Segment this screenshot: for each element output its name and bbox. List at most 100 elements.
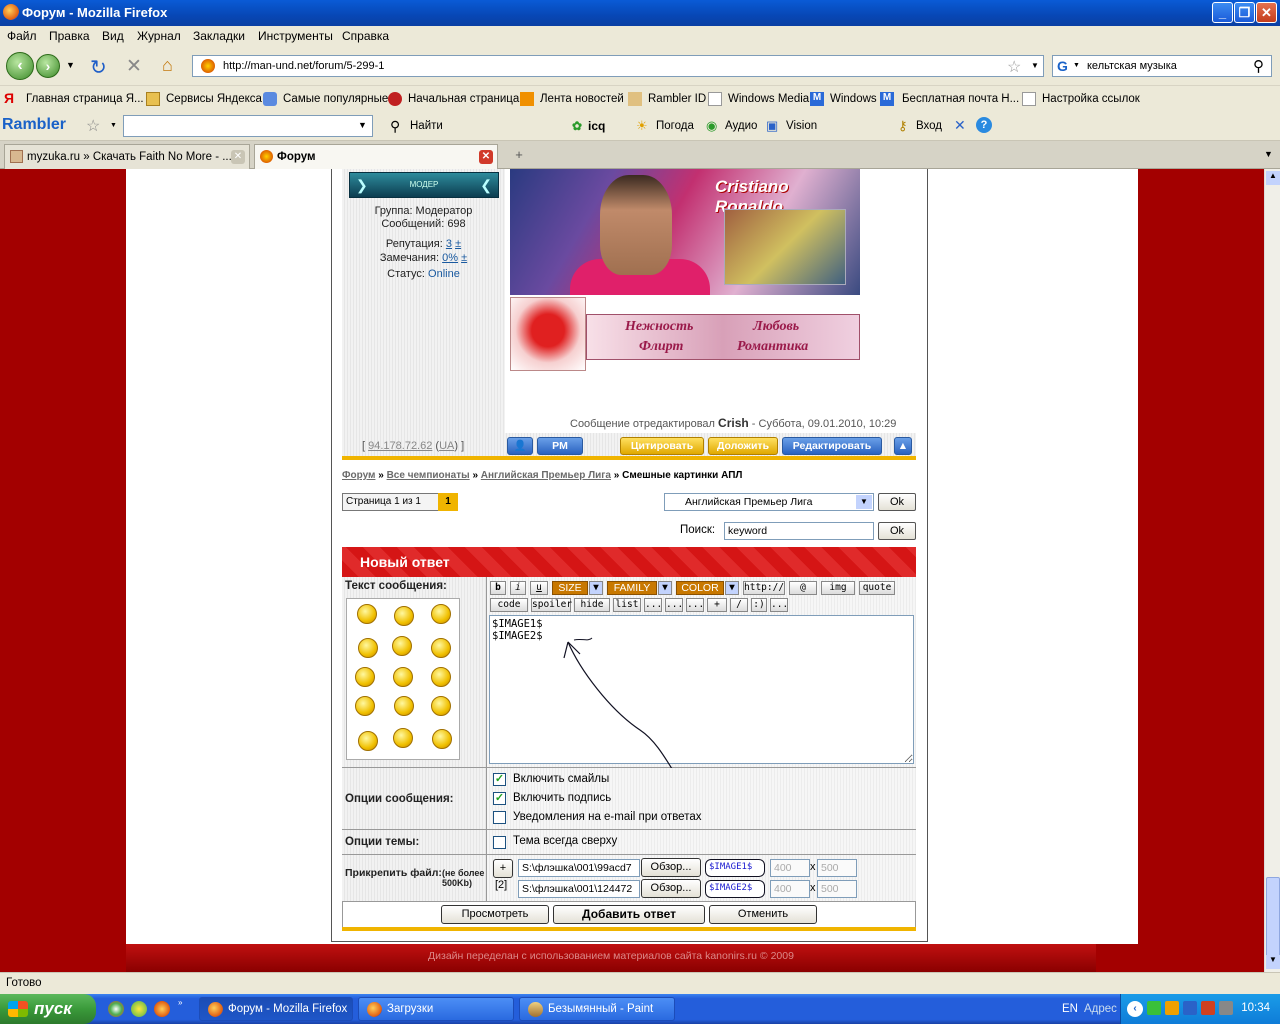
bb-code-button[interactable]: code: [490, 598, 528, 612]
login-button[interactable]: Вход: [916, 120, 942, 132]
audio-button[interactable]: Аудио: [725, 120, 757, 132]
start-button[interactable]: пуск: [0, 994, 96, 1024]
bb-smile-button[interactable]: :): [751, 598, 767, 612]
cancel-button[interactable]: Отменить: [709, 905, 817, 924]
angry-icon[interactable]: [431, 638, 451, 658]
tab-myzuka[interactable]: myzuka.ru » Скачать Faith No More - ... …: [4, 144, 250, 169]
image-height-input[interactable]: 500: [817, 859, 857, 877]
breadcrumb-home[interactable]: Форум: [342, 470, 375, 481]
star-icon[interactable]: ☆: [1007, 57, 1021, 77]
taskbar-firefox[interactable]: Форум - Mozilla Firefox: [199, 997, 353, 1021]
country-link[interactable]: UA: [439, 440, 454, 452]
surprised-icon[interactable]: [431, 604, 451, 624]
google-icon[interactable]: G: [1057, 58, 1068, 74]
bb-button[interactable]: ...: [644, 598, 662, 612]
rambler-search-input[interactable]: ▼: [123, 115, 373, 137]
search-input[interactable]: кельтская музыка: [1087, 60, 1177, 72]
angel-icon[interactable]: [432, 729, 452, 749]
menu-view[interactable]: Вид: [102, 29, 124, 43]
chevron-down-icon[interactable]: ▼: [856, 495, 872, 509]
rep-link[interactable]: 3: [446, 238, 452, 250]
bb-spoiler-button[interactable]: spoiler: [531, 598, 572, 612]
maximize-button[interactable]: ❐: [1234, 2, 1255, 23]
image-height-input[interactable]: 500: [817, 880, 857, 898]
dropdown-icon[interactable]: ▼: [358, 120, 367, 130]
tray-app-icon[interactable]: [1165, 1001, 1179, 1015]
smile-icon[interactable]: [357, 604, 377, 624]
bookmark-item[interactable]: Бесплатная почта H...: [902, 93, 1019, 105]
enable-smilies-checkbox[interactable]: ✓: [493, 773, 506, 786]
stop-icon[interactable]: ✕: [126, 55, 142, 78]
forward-icon[interactable]: ›: [36, 54, 60, 78]
ip-link[interactable]: 94.178.72.62: [368, 440, 432, 452]
menu-file[interactable]: Файл: [7, 29, 37, 43]
tab-forum[interactable]: Форум ✕: [254, 144, 498, 169]
report-button[interactable]: Доложить: [708, 437, 778, 455]
bb-hide-button[interactable]: hide: [574, 598, 610, 612]
scroll-up-icon[interactable]: ▲: [1266, 171, 1280, 185]
menu-tools[interactable]: Инструменты: [258, 29, 333, 43]
home-icon[interactable]: ⌂: [162, 55, 173, 76]
weather-button[interactable]: Погода: [656, 120, 694, 132]
bb-button[interactable]: ...: [686, 598, 704, 612]
preview-button[interactable]: Просмотреть: [441, 905, 549, 924]
chevron-down-icon[interactable]: ▼: [589, 581, 603, 595]
bookmark-item[interactable]: Самые популярные: [283, 93, 388, 105]
wink-icon[interactable]: [394, 696, 414, 716]
forum-jump-select[interactable]: Английская Премьер Лига ▼: [664, 493, 874, 511]
bookmark-item[interactable]: Windows Media: [728, 93, 809, 105]
scroll-down-icon[interactable]: ▼: [1266, 955, 1280, 969]
image-tag-field[interactable]: $IMAGE1$: [705, 859, 765, 877]
bookmark-item[interactable]: Windows: [830, 93, 877, 105]
bb-list-button[interactable]: list: [613, 598, 641, 612]
url-bar[interactable]: http://man-und.net/forum/5-299-1 ☆ ▼: [192, 55, 1044, 77]
breadcrumb-championships[interactable]: Все чемпионаты: [387, 470, 470, 481]
find-button[interactable]: Найти: [410, 120, 443, 132]
vision-button[interactable]: Vision: [786, 120, 817, 132]
bb-button[interactable]: ...: [665, 598, 683, 612]
language-indicator[interactable]: EN: [1062, 1003, 1078, 1015]
image-width-input[interactable]: 400: [770, 859, 810, 877]
file-path-input[interactable]: S:\флэшка\001\99acd7: [518, 859, 640, 877]
tray-app-icon[interactable]: [1147, 1001, 1161, 1015]
bb-size-select[interactable]: SIZE: [552, 581, 588, 595]
scroll-top-icon[interactable]: ▲: [894, 437, 912, 455]
bookmark-item[interactable]: Сервисы Яндекса: [166, 93, 262, 105]
sad-icon[interactable]: [358, 638, 378, 658]
edit-button[interactable]: Редактировать: [782, 437, 882, 455]
history-dropdown-icon[interactable]: ▼: [66, 60, 75, 70]
browse-button[interactable]: Обзор...: [641, 879, 701, 898]
back-icon[interactable]: ‹: [6, 52, 34, 80]
tray-app-icon[interactable]: [1183, 1001, 1197, 1015]
settings-icon[interactable]: ✕: [954, 117, 966, 134]
close-tab-icon[interactable]: ✕: [231, 150, 245, 164]
cry-icon[interactable]: [355, 667, 375, 687]
menu-edit[interactable]: Правка: [49, 29, 90, 43]
shock-icon[interactable]: [431, 667, 451, 687]
firefox-icon[interactable]: [154, 1001, 170, 1017]
reload-icon[interactable]: ↻: [90, 55, 107, 80]
email-notify-checkbox[interactable]: [493, 811, 506, 824]
menu-history[interactable]: Журнал: [137, 29, 181, 43]
forum-search-input[interactable]: keyword: [724, 522, 874, 540]
chevron-left-icon[interactable]: ‹: [1127, 1001, 1143, 1017]
submit-reply-button[interactable]: Добавить ответ: [553, 905, 705, 924]
chevron-down-icon[interactable]: ▼: [725, 581, 739, 595]
bb-plus-button[interactable]: +: [707, 598, 727, 612]
quicklaunch-more-icon[interactable]: »: [178, 998, 188, 1008]
search-ok-button[interactable]: Ok: [878, 522, 916, 540]
tray-app-icon[interactable]: [1201, 1001, 1215, 1015]
add-file-button[interactable]: +: [493, 859, 513, 878]
chevron-down-icon[interactable]: ▼: [658, 581, 672, 595]
engine-dropdown-icon[interactable]: ▼: [1073, 62, 1080, 69]
bb-more-button[interactable]: ...: [770, 598, 788, 612]
clap-icon[interactable]: [393, 728, 413, 748]
bb-bold-button[interactable]: b: [490, 581, 506, 595]
search-bar[interactable]: G ▼ кельтская музыка ⚲: [1052, 55, 1272, 77]
tab-list-icon[interactable]: ▼: [1264, 149, 1273, 159]
close-tab-icon[interactable]: ✕: [479, 150, 493, 164]
vertical-scrollbar[interactable]: ▲ ▼: [1264, 169, 1280, 972]
love-icon[interactable]: [393, 667, 413, 687]
browse-button[interactable]: Обзор...: [641, 858, 701, 877]
bb-quote-button[interactable]: quote: [859, 581, 895, 595]
